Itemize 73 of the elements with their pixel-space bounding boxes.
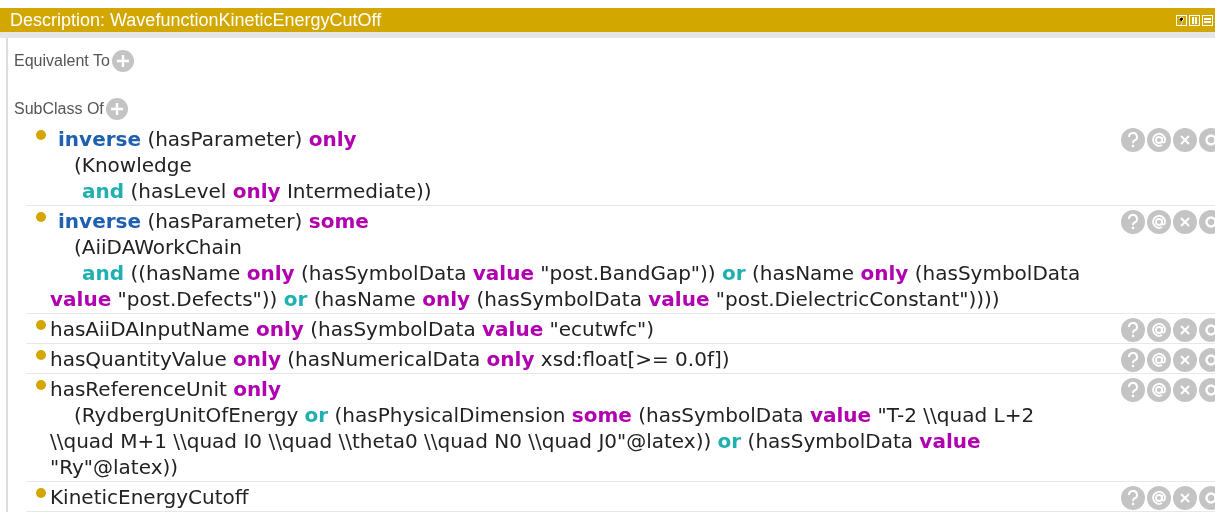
axiom-line: and ((hasName only (hasSymbolData value "post.BandGap")) or (hasName only (hasSymbolData xyxy=(81,260,1082,286)
help-button[interactable] xyxy=(1121,128,1145,152)
ring-icon xyxy=(1204,383,1215,397)
axiom-line: (Knowledge xyxy=(73,152,193,178)
add-icon[interactable] xyxy=(111,50,134,72)
close-button[interactable] xyxy=(1173,486,1197,510)
question-mark-icon xyxy=(1127,322,1139,338)
question-mark-icon xyxy=(1127,352,1139,368)
axiom-line: (AiiDAWorkChain xyxy=(73,234,243,260)
annotation-button[interactable] xyxy=(1147,378,1171,402)
ring-icon xyxy=(1204,133,1215,147)
bullet-icon xyxy=(36,320,46,330)
bullet-icon xyxy=(36,130,46,140)
bullet-icon xyxy=(36,488,46,498)
close-icon xyxy=(1180,325,1190,335)
close-button[interactable] xyxy=(1173,128,1197,152)
help-icon[interactable] xyxy=(1176,14,1187,26)
question-mark-icon xyxy=(1127,132,1139,148)
annotation-button[interactable] xyxy=(1147,318,1171,342)
axiom-line: and (hasLevel only Intermediate)) xyxy=(81,178,433,204)
help-button[interactable] xyxy=(1121,486,1145,510)
question-mark-icon xyxy=(1127,490,1139,506)
bullet-icon xyxy=(36,380,46,390)
help-button[interactable] xyxy=(1121,318,1145,342)
help-button[interactable] xyxy=(1121,378,1145,402)
close-button[interactable] xyxy=(1173,318,1197,342)
close-icon xyxy=(1180,493,1190,503)
ring-icon xyxy=(1204,323,1215,337)
axiom-line: "Ry"@latex)) xyxy=(50,454,180,480)
close-button[interactable] xyxy=(1173,210,1197,234)
close-icon xyxy=(1180,135,1190,145)
close-button[interactable] xyxy=(1173,378,1197,402)
axiom-line: (RydbergUnitOfEnergy or (hasPhysicalDimension some (hasSymbolData value "T-2 \\quad L+2 xyxy=(73,402,1036,428)
help-button[interactable] xyxy=(1121,348,1145,372)
axiom-row[interactable]: hasQuantityValue only (hasNumericalData only xsd:float[>= 0.0f]) xyxy=(26,344,1215,374)
at-sign-icon xyxy=(1150,213,1168,231)
axiom-row[interactable]: hasAiiDAInputName only (hasSymbolData value "ecutwfc") xyxy=(26,314,1215,344)
question-mark-icon xyxy=(1127,214,1139,230)
add-icon[interactable] xyxy=(105,98,128,120)
at-sign-icon xyxy=(1150,321,1168,339)
axiom-line: value "post.Defects")) or (hasName only (hasSymbolData value "post.DielectricConstant")))) xyxy=(50,286,1001,312)
section-label: Equivalent To xyxy=(14,52,110,70)
at-sign-icon xyxy=(1150,131,1168,149)
ring-icon xyxy=(1204,491,1215,505)
close-button[interactable] xyxy=(1173,348,1197,372)
at-sign-icon xyxy=(1150,351,1168,369)
ring-icon xyxy=(1204,353,1215,367)
at-sign-icon xyxy=(1150,489,1168,507)
annotation-button[interactable] xyxy=(1147,486,1171,510)
close-icon xyxy=(1180,217,1190,227)
axiom-row[interactable]: KineticEnergyCutoff xyxy=(26,482,1215,512)
bullet-icon xyxy=(36,350,46,360)
ring-icon xyxy=(1204,215,1215,229)
view-title: Description: WavefunctionKineticEnergyCutOff xyxy=(10,9,382,31)
axiom-line: hasAiiDAInputName only (hasSymbolData value "ecutwfc") xyxy=(50,316,655,342)
question-mark-icon xyxy=(1127,382,1139,398)
bullet-icon xyxy=(36,212,46,222)
annotation-button[interactable] xyxy=(1147,348,1171,372)
axiom-line: KineticEnergyCutoff xyxy=(50,484,250,510)
split-horizontal-icon[interactable] xyxy=(1202,14,1213,26)
close-icon xyxy=(1180,385,1190,395)
axiom-line: inverse (hasParameter) some xyxy=(57,208,370,234)
annotation-button[interactable] xyxy=(1147,128,1171,152)
axiom-line: \\quad M+1 \\quad I0 \\quad \\theta0 \\quad N0 \\quad J0"@latex)) or (hasSymbolData value xyxy=(50,428,982,454)
section-label: SubClass Of xyxy=(14,100,104,118)
axiom-line: hasQuantityValue only (hasNumericalData only xsd:float[>= 0.0f]) xyxy=(50,346,731,372)
annotation-button[interactable] xyxy=(1147,210,1171,234)
axiom-line: hasReferenceUnit only xyxy=(50,376,282,402)
axiom-line: inverse (hasParameter) only xyxy=(57,126,358,152)
axiom-row[interactable]: inverse (hasParameter) only (Knowledge and (hasLevel only Intermediate)) xyxy=(26,124,1215,206)
help-button[interactable] xyxy=(1121,210,1145,234)
at-sign-icon xyxy=(1150,381,1168,399)
close-icon xyxy=(1180,355,1190,365)
